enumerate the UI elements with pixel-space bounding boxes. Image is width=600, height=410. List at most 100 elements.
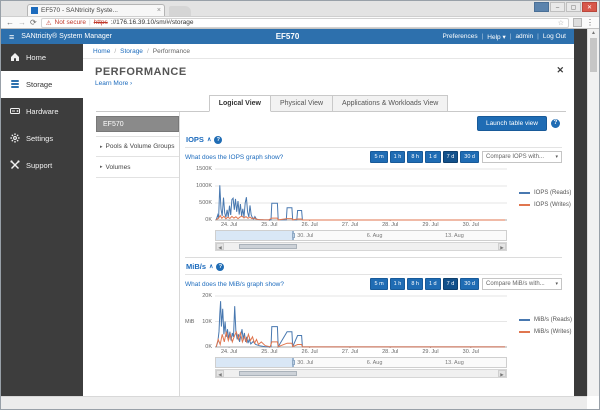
navigator-selection[interactable] [216,231,294,240]
minimize-icon[interactable]: – [550,2,565,12]
sidebar-item-support[interactable]: Support [1,152,83,179]
plot-area: 24. Jul25. Jul26. Jul27. Jul28. Jul29. J… [215,294,507,357]
tab-close-icon[interactable]: × [157,7,161,14]
header-link-log-out[interactable]: Log Out [543,33,566,40]
subnav-item-pools-volume-groups[interactable]: ▸Pools & Volume Groups [96,136,179,157]
y-tick-label: 1000K [196,183,212,189]
legend-item: MiB/s (Reads) [519,317,572,323]
hamburger-icon[interactable]: ≡ [9,32,14,42]
navigator-handle[interactable] [292,233,295,238]
collapse-icon[interactable]: ∧ [209,263,213,270]
time-range-5m[interactable]: 5 m [370,151,387,163]
time-range-30d[interactable]: 30 d [460,151,479,163]
iops-navigator-scrollbar[interactable]: ◀▶ [215,242,507,251]
reload-icon[interactable]: ⟳ [30,17,37,28]
browser-menu-icon[interactable]: ⋮ [586,18,594,27]
extension-icon[interactable] [573,18,582,27]
header-link-help[interactable]: Help ▾ [487,33,505,41]
time-range-1d[interactable]: 1 d [425,278,441,290]
collapse-icon[interactable]: ∧ [207,136,211,143]
sidebar-item-settings[interactable]: Settings [1,125,83,152]
browser-scrollbar[interactable]: ▲ [587,29,599,396]
header-menu-separator: | [482,33,484,40]
tab-applications-workloads-view[interactable]: Applications & Workloads View [333,95,448,112]
iops-help-icon[interactable]: ? [214,136,222,144]
header-link-preferences[interactable]: Preferences [443,33,478,40]
scroll-left-icon[interactable]: ◀ [216,243,224,250]
profile-button[interactable] [534,2,549,12]
window-close-icon[interactable]: ✕ [582,2,597,12]
y-tick-label: 20K [202,293,212,299]
time-range-7d[interactable]: 7 d [443,278,459,290]
url-bar: ← → ⟳ ⚠ Not secure | https ://176.16.39.… [1,16,599,29]
close-icon[interactable]: ✕ [556,65,564,76]
browser-window: – ▢ ✕ EF570 - SANtricity Syste... × ← → … [0,0,600,410]
time-range-1d[interactable]: 1 d [425,151,441,163]
back-icon[interactable]: ← [6,17,14,28]
time-range-1h[interactable]: 1 h [390,278,406,290]
iops-question-link[interactable]: What does the IOPS graph show? [185,154,367,161]
chevron-right-icon: ▸ [100,144,103,150]
sidebar-item-label: Home [26,53,46,62]
address-separator: | [89,19,91,26]
header-link-admin[interactable]: admin [515,33,533,40]
tab-logical-view[interactable]: Logical View [209,95,271,112]
legend-swatch [519,319,530,321]
time-range-8h[interactable]: 8 h [407,278,423,290]
tab-physical-view[interactable]: Physical View [271,95,333,112]
maximize-icon[interactable]: ▢ [566,2,581,12]
scroll-right-icon[interactable]: ▶ [498,370,506,377]
breadcrumb-home[interactable]: Home [93,48,110,55]
sidebar-item-home[interactable]: Home [1,44,83,71]
scroll-left-icon[interactable]: ◀ [216,370,224,377]
sidebar-item-label: Support [26,161,52,170]
subnav-item-volumes[interactable]: ▸Volumes [96,157,179,178]
y-tick-label: 0K [205,217,212,223]
learn-more-link[interactable]: Learn More › [95,80,574,87]
bookmark-star-icon[interactable]: ☆ [558,19,564,27]
navigator-scroll-thumb[interactable] [239,371,297,376]
iops-range-navigator[interactable]: 30. Jul6. Aug13. Aug [215,230,507,241]
favicon [31,7,38,14]
sidebar-item-storage[interactable]: Storage [1,71,83,98]
help-icon[interactable]: ? [551,119,560,128]
legend-swatch [519,204,530,206]
time-range-8h[interactable]: 8 h [407,151,423,163]
time-range-1h[interactable]: 1 h [390,151,406,163]
launch-table-view-button[interactable]: Launch table view [477,116,547,131]
x-tick-label: 30. Jul [463,222,479,228]
mibs-question-link[interactable]: What does the MiB/s graph show? [185,281,367,288]
y-axis-unit-label: MiB [185,319,194,325]
mibs-range-navigator[interactable]: 30. Jul6. Aug13. Aug [215,357,507,368]
navigator-selection[interactable] [216,358,294,367]
sidebar-item-hardware[interactable]: Hardware [1,98,83,125]
mibs-navigator-scrollbar[interactable]: ◀▶ [215,369,507,378]
mibs-compare-select[interactable]: Compare MiB/s with... ▾ [482,278,562,290]
time-range-5m[interactable]: 5 m [370,278,387,290]
navigator-scroll-thumb[interactable] [239,244,297,249]
iops-compare-select[interactable]: Compare IOPS with... ▾ [482,151,562,163]
x-tick-label: 25. Jul [261,349,277,355]
x-tick-label: 29. Jul [422,222,438,228]
breadcrumb-storage[interactable]: Storage [120,48,143,55]
scrollbar-thumb[interactable] [590,38,597,72]
scroll-up-icon[interactable]: ▲ [588,29,599,38]
address-field[interactable]: ⚠ Not secure | https ://176.16.39.10/sm/… [41,18,569,28]
new-tab-button[interactable] [169,6,191,16]
chart-legend: IOPS (Reads)IOPS (Writes) [519,167,571,230]
navigator-handle[interactable] [292,360,295,365]
navigator-date-label: 13. Aug [445,360,464,366]
sidebar-item-label: Settings [26,134,53,143]
browser-tab[interactable]: EF570 - SANtricity Syste... × [27,4,165,16]
header-menu-separator: | [537,33,539,40]
forward-icon[interactable]: → [18,17,26,28]
navigator-date-label: 6. Aug [367,360,383,366]
time-range-7d[interactable]: 7 d [443,151,459,163]
x-tick-label: 24. Jul [221,222,237,228]
mibs-help-icon[interactable]: ? [216,263,224,271]
time-range-30d[interactable]: 30 d [460,278,479,290]
scroll-right-icon[interactable]: ▶ [498,243,506,250]
subnav-header: EF570 [96,116,179,132]
breadcrumb-performance[interactable]: Performance [153,48,190,55]
chevron-right-icon: ▸ [100,164,103,170]
